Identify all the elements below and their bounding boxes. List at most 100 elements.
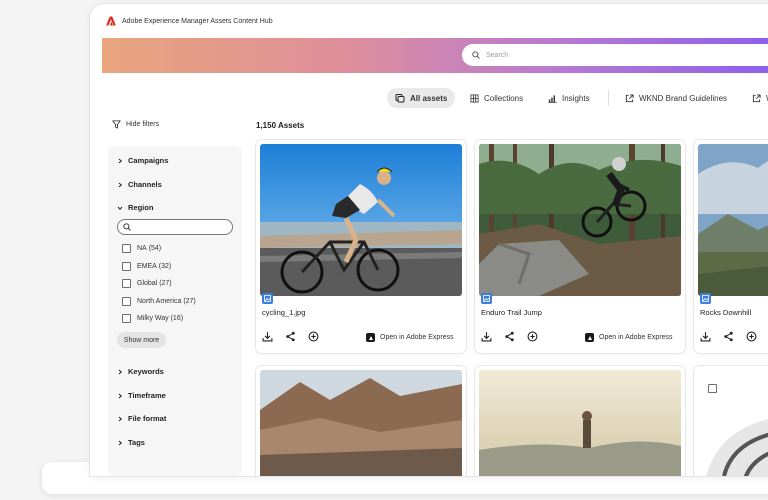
filter-channels[interactable]: Channels bbox=[117, 180, 162, 189]
filter-campaigns-label: Campaigns bbox=[128, 156, 169, 165]
top-nav: All assets Collections Insights WKND Bra… bbox=[90, 88, 768, 110]
asset-card[interactable]: cycling_1.jpg Open in Adobe Express bbox=[256, 140, 466, 353]
tab-collections[interactable]: Collections bbox=[462, 88, 531, 108]
asset-thumbnail-helmet[interactable] bbox=[694, 396, 768, 476]
assets-icon bbox=[395, 94, 405, 103]
filter-file-format[interactable]: File format bbox=[117, 414, 166, 423]
app-title: Adobe Experience Manager Assets Content … bbox=[122, 17, 273, 25]
filter-panel: Campaigns Channels Region NA (54) EMEA (… bbox=[108, 146, 242, 476]
add-circle-icon[interactable] bbox=[746, 331, 757, 342]
option-name: NA bbox=[137, 245, 147, 252]
search-icon bbox=[472, 51, 480, 59]
image-type-icon bbox=[700, 293, 711, 304]
asset-title: Enduro Trail Jump bbox=[481, 308, 542, 317]
asset-thumbnail-sunset[interactable] bbox=[479, 370, 681, 476]
option-name: North America bbox=[137, 298, 182, 305]
filter-region[interactable]: Region bbox=[117, 203, 153, 212]
tab-next[interactable]: W bbox=[744, 88, 768, 108]
option-count: (32) bbox=[158, 263, 172, 270]
image-type-icon bbox=[481, 293, 492, 304]
checkbox[interactable] bbox=[122, 262, 131, 271]
filter-region-label: Region bbox=[128, 203, 154, 212]
tab-collections-label: Collections bbox=[484, 93, 524, 103]
grid-icon bbox=[470, 93, 479, 103]
option-count: (27) bbox=[183, 298, 196, 305]
open-in-express-button[interactable]: Open in Adobe Express bbox=[585, 333, 673, 342]
region-option-na[interactable]: NA (54) bbox=[122, 244, 161, 253]
app-window: Adobe Experience Manager Assets Content … bbox=[90, 4, 768, 476]
header-banner: Search bbox=[102, 38, 768, 73]
asset-title: Rocks Downhill bbox=[700, 308, 752, 317]
search-icon bbox=[123, 223, 131, 231]
share-icon[interactable] bbox=[723, 331, 734, 342]
asset-card[interactable] bbox=[475, 366, 685, 476]
search-placeholder: Search bbox=[486, 51, 509, 59]
share-icon[interactable] bbox=[285, 331, 296, 342]
add-circle-icon[interactable] bbox=[308, 331, 319, 342]
tab-insights[interactable]: Insights bbox=[540, 88, 598, 108]
option-name: Milky Way bbox=[137, 315, 169, 322]
open-in-express-label: Open in Adobe Express bbox=[380, 334, 454, 341]
hide-filters-button[interactable]: Hide filters bbox=[112, 120, 159, 129]
chevron-down-icon bbox=[117, 206, 123, 210]
checkbox[interactable] bbox=[122, 244, 131, 253]
share-icon[interactable] bbox=[504, 331, 515, 342]
tab-all-assets[interactable]: All assets bbox=[387, 88, 456, 108]
adobe-express-icon bbox=[366, 333, 375, 342]
checkbox[interactable] bbox=[122, 297, 131, 306]
region-option-north-america[interactable]: North America (27) bbox=[122, 297, 196, 306]
asset-card[interactable]: Rocks Downhill bbox=[694, 140, 768, 353]
region-option-emea[interactable]: EMEA (32) bbox=[122, 262, 171, 271]
checkbox[interactable] bbox=[122, 314, 131, 323]
chevron-right-icon bbox=[118, 416, 123, 421]
filter-campaigns[interactable]: Campaigns bbox=[117, 156, 168, 165]
filter-timeframe[interactable]: Timeframe bbox=[117, 391, 166, 400]
filter-tags[interactable]: Tags bbox=[117, 438, 145, 447]
open-in-express-button[interactable]: Open in Adobe Express bbox=[366, 333, 454, 342]
tab-insights-label: Insights bbox=[562, 93, 590, 103]
option-name: Global bbox=[137, 280, 158, 287]
filter-channels-label: Channels bbox=[128, 180, 162, 189]
option-name: EMEA bbox=[137, 263, 157, 270]
adobe-logo-icon bbox=[106, 16, 116, 26]
external-link-icon bbox=[752, 93, 761, 102]
asset-thumbnail-rocks[interactable] bbox=[698, 144, 768, 296]
add-circle-icon[interactable] bbox=[527, 331, 538, 342]
region-search-input[interactable] bbox=[117, 219, 233, 235]
title-bar: Adobe Experience Manager Assets Content … bbox=[90, 4, 768, 38]
asset-thumbnail-enduro[interactable] bbox=[479, 144, 681, 296]
chevron-right-icon bbox=[118, 158, 123, 163]
tab-brand-guidelines[interactable]: WKND Brand Guidelines bbox=[617, 88, 735, 108]
tab-all-assets-label: All assets bbox=[410, 93, 448, 103]
filter-keywords-label: Keywords bbox=[128, 367, 164, 376]
filter-keywords[interactable]: Keywords bbox=[117, 367, 164, 376]
image-type-icon bbox=[262, 293, 273, 304]
asset-card[interactable] bbox=[694, 366, 768, 476]
checkbox[interactable] bbox=[122, 279, 131, 288]
filter-tags-label: Tags bbox=[128, 438, 145, 447]
asset-card[interactable] bbox=[256, 366, 466, 476]
filter-file-format-label: File format bbox=[128, 414, 167, 423]
region-option-milky-way[interactable]: Milky Way (16) bbox=[122, 314, 183, 323]
download-icon[interactable] bbox=[262, 331, 273, 342]
filter-icon bbox=[112, 120, 121, 129]
asset-thumbnail-canyon[interactable] bbox=[260, 370, 462, 476]
region-option-global[interactable]: Global (27) bbox=[122, 279, 172, 288]
search-input[interactable]: Search bbox=[462, 44, 768, 66]
download-icon[interactable] bbox=[700, 331, 711, 342]
chevron-right-icon bbox=[118, 369, 123, 374]
select-checkbox[interactable] bbox=[708, 384, 717, 393]
option-count: (27) bbox=[159, 280, 172, 287]
show-more-button[interactable]: Show more bbox=[117, 332, 166, 348]
asset-card[interactable]: Enduro Trail Jump Open in Adobe Express bbox=[475, 140, 685, 353]
nav-divider bbox=[608, 90, 609, 106]
tab-brand-guidelines-label: WKND Brand Guidelines bbox=[639, 93, 728, 103]
chevron-right-icon bbox=[118, 182, 123, 187]
asset-thumbnail-cycling[interactable] bbox=[260, 144, 462, 296]
filter-timeframe-label: Timeframe bbox=[128, 391, 166, 400]
bar-chart-icon bbox=[548, 94, 557, 103]
download-icon[interactable] bbox=[481, 331, 492, 342]
chevron-right-icon bbox=[118, 393, 123, 398]
chevron-right-icon bbox=[118, 440, 123, 445]
asset-title: cycling_1.jpg bbox=[262, 308, 306, 317]
